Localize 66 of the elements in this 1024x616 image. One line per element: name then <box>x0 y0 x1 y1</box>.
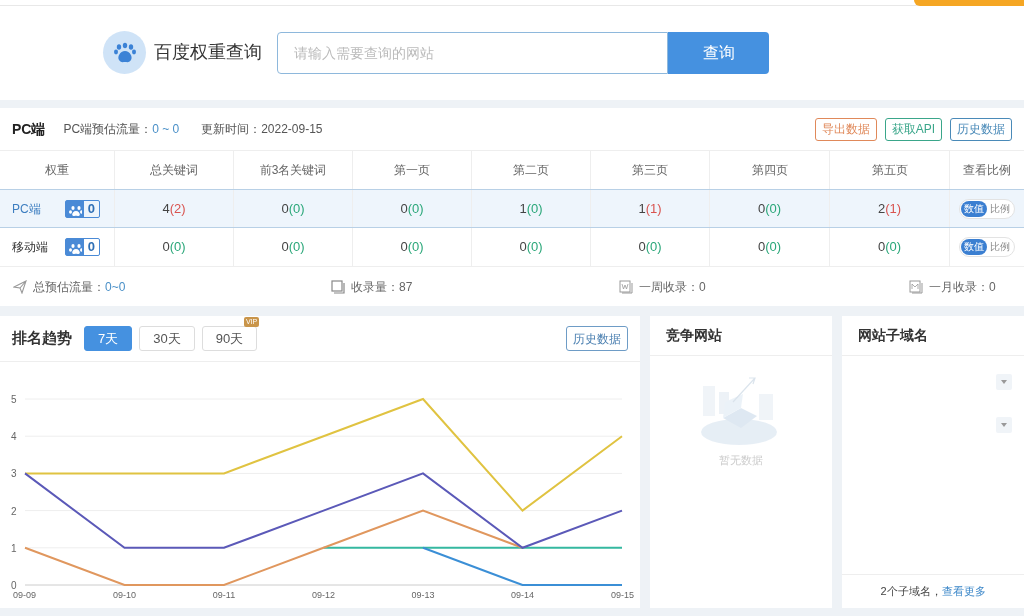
x-tick-label: 09-10 <box>113 590 136 600</box>
x-tick-label: 09-13 <box>411 590 435 600</box>
y-tick-label: 4 <box>11 431 17 443</box>
row-label: 移动端 <box>12 239 48 256</box>
y-tick-label: 5 <box>11 394 17 405</box>
x-tick-label: 09-14 <box>511 590 534 600</box>
section-title: 排名趋势 <box>12 328 72 349</box>
table-cell-text: 1(0) <box>519 199 543 218</box>
y-tick-label: 0 <box>11 580 17 591</box>
weight-value: 0 <box>86 199 96 218</box>
x-tick-label: 09-09 <box>13 590 37 600</box>
table-cell-text: 0(0) <box>757 199 782 218</box>
table-cell-text: 1(1) <box>638 199 662 218</box>
table-cell-text: 0(0) <box>877 238 902 257</box>
table-cell-text: 0(0) <box>281 238 305 257</box>
stat-text: 收录量：87 <box>351 278 413 296</box>
table-row[interactable]: PC端 0 4(2) 0(0) 0(0) 1(0) 1(1) 0(0) 2(1) 数值 比例 <box>0 189 1024 228</box>
section-title: 竞争网站 <box>650 316 832 356</box>
section-title: PC端 <box>12 119 46 139</box>
stat-text: 一周收录：0 <box>639 278 706 296</box>
y-tick-label: 3 <box>11 468 17 480</box>
section-title: 网站子域名 <box>842 316 1024 356</box>
table-cell-text: 4(2) <box>162 199 186 218</box>
document-icon <box>909 279 923 294</box>
range-tab[interactable]: 90天 <box>201 326 258 352</box>
y-tick-label: 2 <box>11 505 17 517</box>
action-button[interactable]: 导出数据 <box>814 117 877 141</box>
search-button[interactable]: 查询 <box>668 31 769 74</box>
view-toggle[interactable]: 数值 比例 <box>959 198 1015 219</box>
document-icon <box>619 279 633 294</box>
table-cell-text: 0(0) <box>757 238 782 257</box>
y-tick-label: 1 <box>11 542 17 554</box>
traffic-label: PC端预估流量： <box>63 121 153 138</box>
brand-title: 百度权重查询 <box>154 41 262 64</box>
range-tab[interactable]: 30天 <box>139 326 195 352</box>
table-cell-text: 0(0) <box>638 238 662 257</box>
x-tick-label: 09-15 <box>610 590 634 600</box>
dropdown-caret-icon[interactable] <box>996 374 1012 390</box>
table-cell-text: 0(0) <box>400 238 424 257</box>
table-cell-text: 0(0) <box>162 238 186 257</box>
action-button[interactable]: 历史数据 <box>950 117 1012 141</box>
action-button[interactable]: 获取API <box>884 117 942 141</box>
view-toggle[interactable]: 数值 比例 <box>959 237 1015 257</box>
row-label: PC端 <box>12 200 41 218</box>
dropdown-caret-icon[interactable] <box>996 417 1012 433</box>
subdomain-count: 2个子域名， <box>880 584 942 600</box>
range-tab[interactable]: 7天 <box>84 326 133 352</box>
traffic-value: 0 ~ 0 <box>152 121 180 138</box>
column-header: 查看比例 <box>962 162 1012 179</box>
stat-text: 总预估流量：0~0 <box>33 278 126 296</box>
copy-icon <box>331 279 345 294</box>
stat-text: 一月收录：0 <box>929 278 996 296</box>
paper-plane-icon <box>13 279 27 294</box>
search-field[interactable]: 请输入需要查询的网站 <box>277 31 668 74</box>
baidu-paw-icon <box>103 31 146 74</box>
view-more-link[interactable]: 查看更多 <box>941 583 986 600</box>
table-cell-text: 0(0) <box>400 199 424 218</box>
history-button[interactable]: 历史数据 <box>566 326 628 351</box>
update-time: 更新时间：2022-09-15 <box>201 121 323 138</box>
table-cell-text: 2(1) <box>877 199 902 218</box>
weight-value: 0 <box>86 238 96 257</box>
table-cell-text: 0(0) <box>519 238 543 257</box>
x-tick-label: 09-12 <box>312 590 335 600</box>
table-cell-text: 0(0) <box>281 199 305 218</box>
x-tick-label: 09-11 <box>212 590 236 600</box>
table-row[interactable]: 移动端 0 0(0) 0(0) 0(0) 0(0) 0(0) 0(0) 0(0) 数值 比例 <box>0 228 1024 267</box>
